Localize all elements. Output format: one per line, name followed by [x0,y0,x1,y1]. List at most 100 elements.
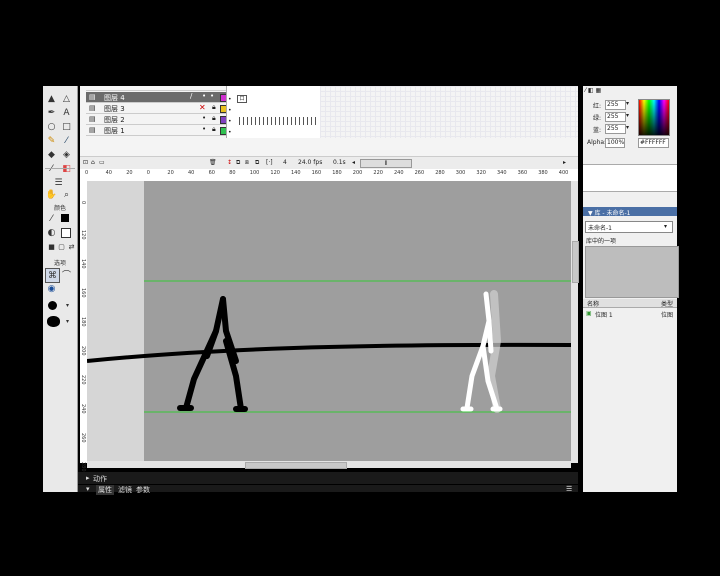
library-preview [585,246,679,298]
tab-params[interactable]: 参数 [136,485,150,495]
rectangle-tool-icon[interactable]: □ [60,120,73,133]
ruler-tick-label: 40 [105,170,112,176]
hscroll-thumb[interactable] [245,462,347,469]
edit-multiple-icon[interactable]: ⧉ [255,159,259,167]
tab-filters[interactable]: 滤镜 [118,485,132,495]
blue-stepper-icon[interactable]: ▾ [626,124,629,131]
center-frame-icon[interactable]: ↕ [227,159,232,166]
scroll-left-icon[interactable]: ◂ [352,159,355,166]
onion-skin-icon[interactable]: ⧉ [236,159,240,167]
layer-row[interactable]: ▤ 图层 2 • 🔒︎ [86,114,228,125]
frame-grid-empty[interactable] [320,86,578,138]
zoom-tool-icon[interactable]: ⌕ [60,188,73,201]
blue-field[interactable]: 255 [605,124,626,134]
ruler-tick-label: 120 [270,170,280,176]
layer-row[interactable]: ▤ 图层 3 ✕ 🔒︎ [86,103,228,114]
stage-horizontal-scrollbar[interactable] [87,461,571,469]
current-frame: 4 [283,159,287,166]
green-label: 绿: [593,115,602,122]
ruler-tick-label: 180 [332,170,342,176]
ruler-tick-label: 280 [80,462,86,472]
collapse-arrow-icon[interactable]: ▾ [86,485,90,493]
library-title: ▼ 库 - 未命名-1 [588,210,631,217]
oval-tool-icon[interactable]: ○ [45,120,58,133]
layer-row[interactable]: ▤ 图层 1 • 🔒︎ [86,125,228,136]
hex-field[interactable]: #FFFFFF [638,138,669,148]
layer-icon: ▤ [89,126,96,134]
alpha-field[interactable]: 100% [605,138,625,148]
expand-arrow-icon[interactable]: ▸ [86,474,90,482]
red-field[interactable]: 255 [605,100,626,110]
visible-dot-icon[interactable]: • [202,114,206,122]
brush-size-dropdown-icon[interactable]: ▾ [61,299,74,312]
brush-icon[interactable]: ⁄ [60,134,73,147]
ruler-tick-label: 120 [80,230,86,240]
brush-size-icon[interactable] [48,301,57,310]
paint-bucket-icon[interactable]: ◈ [60,148,73,161]
snap-magnet-icon[interactable]: ⌘ [45,268,60,283]
options-section-label: 选项 [53,260,66,267]
col-type[interactable]: 类型 [661,299,673,308]
mixer-tools-icon[interactable]: ⁄ ◧ ▦ [585,87,601,94]
green-field[interactable]: 255 [605,112,626,122]
lock-icon[interactable]: 🔒︎ [212,125,216,134]
actions-label: 动作 [93,475,107,483]
library-row[interactable]: ▣ 位图 1 位图 [583,310,677,319]
stroke-swatch[interactable] [61,214,69,222]
layer-icon: ▤ [89,115,96,123]
stage-vertical-scrollbar[interactable] [571,181,579,463]
frame-grid[interactable]: • 口 • • • [226,86,386,138]
actions-panel-bar[interactable]: ▸ 动作 [78,472,578,484]
lock-dot-icon[interactable]: • [210,92,214,100]
hidden-x-icon[interactable]: ✕ [199,103,206,112]
scroll-right-icon[interactable]: ▸ [563,159,566,166]
ruler-tick-label: 400 [558,170,569,176]
green-stepper-icon[interactable]: ▾ [626,112,629,119]
pen-icon[interactable]: ✒ [45,106,58,119]
ruler-tick-label: 280 [435,170,445,176]
lock-icon[interactable]: 🔒︎ [212,114,216,123]
smooth-icon[interactable]: ⌒ [60,268,73,281]
swap-colors-icon[interactable]: ⇄ [65,240,78,253]
add-guide-icon[interactable]: ⌂ [91,159,95,166]
ruler-tick-label: 80 [229,170,236,176]
fill-color-icon[interactable]: ◐ [45,226,58,239]
brush-shape-dropdown-icon[interactable]: ▾ [61,315,74,328]
ruler-tick-label: 20 [126,170,133,176]
col-name[interactable]: 名称 [587,299,599,308]
library-header[interactable]: ▼ 库 - 未命名-1 [583,207,677,217]
pasteboard[interactable] [87,181,571,461]
visible-dot-icon[interactable]: • [202,125,206,133]
color-section-label: 颜色 [53,205,66,212]
onion-outline-icon[interactable]: ⧈ [245,159,249,167]
timeline-hscroll-thumb[interactable]: ⦀ [360,159,412,168]
add-folder-icon[interactable]: ▭ [99,159,105,166]
ink-bottle-icon[interactable]: ◆ [45,148,58,161]
vscroll-thumb[interactable] [572,241,579,283]
ruler-tick-label: 180 [80,317,86,327]
layer-row[interactable]: ▤ 图层 4 / • • [86,92,228,103]
selection-arrow-icon[interactable]: ▲ [45,92,58,105]
red-stepper-icon[interactable]: ▾ [626,100,629,107]
add-layer-icon[interactable]: ⊡ [83,159,88,166]
properties-panel-bar[interactable]: ▾ 属性 滤镜 参数 ☰ [78,485,578,495]
stroke-color-icon[interactable]: ⁄ [45,212,58,225]
layer-partial [86,86,226,91]
ruler-tick-label: 200 [352,170,363,176]
options-menu-icon[interactable]: ☰ [566,485,572,493]
fill-swatch[interactable] [61,228,71,238]
pencil-icon[interactable]: ✎ [45,134,58,147]
tab-properties[interactable]: 属性 [96,485,114,495]
hand-tool-icon[interactable]: ✋ [45,188,58,201]
subselection-icon[interactable]: △ [60,92,73,105]
text-tool-icon[interactable]: A [60,106,73,119]
trash-icon[interactable]: 🗑︎ [209,159,217,166]
lock-icon[interactable]: 🔒︎ [212,103,216,112]
library-document-select[interactable]: 未命名-1 ▾ [585,221,673,233]
keyframe-dot-icon: • [228,96,232,103]
onion-markers-icon[interactable]: [·] [266,159,273,166]
straighten-icon[interactable]: ◉ [45,282,58,295]
color-spectrum[interactable] [638,99,670,136]
visible-dot-icon[interactable]: • [202,92,206,100]
brush-shape-icon[interactable] [47,316,60,327]
